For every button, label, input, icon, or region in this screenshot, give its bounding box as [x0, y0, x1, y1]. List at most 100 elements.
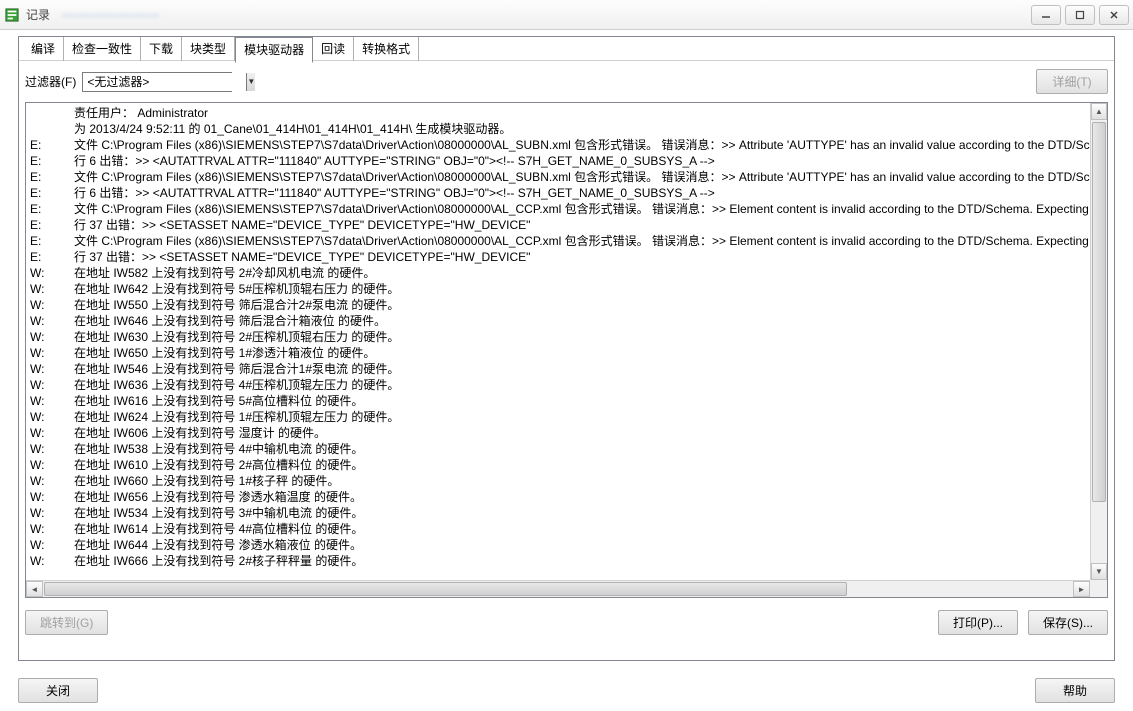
log-line[interactable]: W: 在地址 IW624 上没有找到符号 1#压榨机顶辊左压力 的硬件。 — [30, 409, 1086, 425]
log-prefix: W: — [30, 377, 74, 393]
log-line[interactable]: W: 在地址 IW550 上没有找到符号 筛后混合汁2#泵电流 的硬件。 — [30, 297, 1086, 313]
tab-5[interactable]: 回读 — [313, 37, 354, 61]
log-line[interactable]: 责任用户： Administrator — [30, 105, 1086, 121]
log-body[interactable]: 责任用户： Administrator为 2013/4/24 9:52:11 的… — [26, 103, 1090, 580]
log-line[interactable]: W: 在地址 IW616 上没有找到符号 5#高位槽料位 的硬件。 — [30, 393, 1086, 409]
vscroll-thumb[interactable] — [1092, 122, 1106, 502]
log-text: 在地址 IW644 上没有找到符号 渗透水箱液位 的硬件。 — [74, 537, 1086, 553]
log-line[interactable]: W: 在地址 IW660 上没有找到符号 1#核子秤 的硬件。 — [30, 473, 1086, 489]
filter-label: 过滤器(F) — [25, 73, 76, 90]
log-line[interactable]: W: 在地址 IW650 上没有找到符号 1#渗透汁箱液位 的硬件。 — [30, 345, 1086, 361]
log-line[interactable]: 为 2013/4/24 9:52:11 的 01_Cane\01_414H\01… — [30, 121, 1086, 137]
log-prefix: W: — [30, 505, 74, 521]
action-row: 跳转到(G) 打印(P)... 保存(S)... — [19, 604, 1114, 641]
log-prefix: W: — [30, 393, 74, 409]
log-prefix: W: — [30, 553, 74, 569]
title-blur: ——————— — [62, 7, 160, 22]
log-text: 文件 C:\Program Files (x86)\SIEMENS\STEP7\… — [74, 233, 1090, 249]
hscroll-track[interactable] — [43, 581, 1073, 597]
log-line[interactable]: E: 行 37 出错：>> <SETASSET NAME="DEVICE_TYP… — [30, 217, 1086, 233]
log-text: 行 6 出错：>> <AUTATTRVAL ATTR="111840" AUTT… — [74, 153, 1086, 169]
log-line[interactable]: W: 在地址 IW656 上没有找到符号 渗透水箱温度 的硬件。 — [30, 489, 1086, 505]
log-text: 文件 C:\Program Files (x86)\SIEMENS\STEP7\… — [74, 137, 1090, 153]
maximize-button[interactable] — [1065, 5, 1095, 25]
log-line[interactable]: W: 在地址 IW610 上没有找到符号 2#高位槽料位 的硬件。 — [30, 457, 1086, 473]
tab-6[interactable]: 转换格式 — [354, 37, 419, 61]
log-prefix: E: — [30, 185, 74, 201]
log-text: 行 6 出错：>> <AUTATTRVAL ATTR="111840" AUTT… — [74, 185, 1086, 201]
help-button[interactable]: 帮助 — [1035, 678, 1115, 703]
print-button[interactable]: 打印(P)... — [938, 610, 1018, 635]
log-line[interactable]: W: 在地址 IW646 上没有找到符号 筛后混合汁箱液位 的硬件。 — [30, 313, 1086, 329]
log-prefix: W: — [30, 537, 74, 553]
filter-input[interactable] — [83, 73, 246, 91]
log-prefix — [30, 105, 74, 121]
window-controls — [1027, 5, 1129, 25]
log-text: 在地址 IW642 上没有找到符号 5#压榨机顶辊右压力 的硬件。 — [74, 281, 1086, 297]
close-window-button[interactable]: 关闭 — [18, 678, 98, 703]
log-text: 在地址 IW660 上没有找到符号 1#核子秤 的硬件。 — [74, 473, 1086, 489]
log-line[interactable]: W: 在地址 IW642 上没有找到符号 5#压榨机顶辊右压力 的硬件。 — [30, 281, 1086, 297]
log-line[interactable]: E: 文件 C:\Program Files (x86)\SIEMENS\STE… — [30, 201, 1086, 217]
filter-combo[interactable]: ▼ — [82, 72, 232, 92]
details-button[interactable]: 详细(T) — [1036, 69, 1108, 94]
log-text: 在地址 IW666 上没有找到符号 2#核子秤秤量 的硬件。 — [74, 553, 1086, 569]
log-line[interactable]: E: 文件 C:\Program Files (x86)\SIEMENS\STE… — [30, 137, 1086, 153]
log-text: 在地址 IW656 上没有找到符号 渗透水箱温度 的硬件。 — [74, 489, 1086, 505]
log-text: 文件 C:\Program Files (x86)\SIEMENS\STEP7\… — [74, 201, 1090, 217]
log-text: 在地址 IW650 上没有找到符号 1#渗透汁箱液位 的硬件。 — [74, 345, 1086, 361]
log-text: 在地址 IW624 上没有找到符号 1#压榨机顶辊左压力 的硬件。 — [74, 409, 1086, 425]
log-line[interactable]: E: 行 6 出错：>> <AUTATTRVAL ATTR="111840" A… — [30, 185, 1086, 201]
horizontal-scrollbar[interactable]: ◄ ► — [26, 580, 1090, 597]
log-line[interactable]: W: 在地址 IW630 上没有找到符号 2#压榨机顶辊右压力 的硬件。 — [30, 329, 1086, 345]
log-text: 行 37 出错：>> <SETASSET NAME="DEVICE_TYPE" … — [74, 249, 1086, 265]
log-line[interactable]: E: 行 6 出错：>> <AUTATTRVAL ATTR="111840" A… — [30, 153, 1086, 169]
log-prefix: W: — [30, 409, 74, 425]
close-button[interactable] — [1099, 5, 1129, 25]
log-prefix: E: — [30, 249, 74, 265]
log-line[interactable]: W: 在地址 IW582 上没有找到符号 2#冷却风机电流 的硬件。 — [30, 265, 1086, 281]
log-prefix: W: — [30, 265, 74, 281]
hscroll-thumb[interactable] — [44, 582, 847, 596]
log-line[interactable]: W: 在地址 IW644 上没有找到符号 渗透水箱液位 的硬件。 — [30, 537, 1086, 553]
log-text: 在地址 IW538 上没有找到符号 4#中输机电流 的硬件。 — [74, 441, 1086, 457]
log-line[interactable]: E: 文件 C:\Program Files (x86)\SIEMENS\STE… — [30, 169, 1086, 185]
log-prefix: W: — [30, 457, 74, 473]
tab-2[interactable]: 下载 — [141, 37, 182, 61]
log-text: 在地址 IW636 上没有找到符号 4#压榨机顶辊左压力 的硬件。 — [74, 377, 1086, 393]
scroll-right-arrow[interactable]: ► — [1073, 581, 1090, 597]
vertical-scrollbar[interactable]: ▲ ▼ — [1090, 103, 1107, 580]
log-prefix: E: — [30, 233, 74, 249]
tab-0[interactable]: 编译 — [23, 37, 64, 61]
log-text: 文件 C:\Program Files (x86)\SIEMENS\STEP7\… — [74, 169, 1090, 185]
tab-4[interactable]: 模块驱动器 — [235, 37, 313, 63]
log-prefix: E: — [30, 201, 74, 217]
log-line[interactable]: W: 在地址 IW606 上没有找到符号 湿度计 的硬件。 — [30, 425, 1086, 441]
log-text: 在地址 IW616 上没有找到符号 5#高位槽料位 的硬件。 — [74, 393, 1086, 409]
filter-dropdown-button[interactable]: ▼ — [246, 73, 255, 91]
log-prefix: W: — [30, 521, 74, 537]
log-line[interactable]: W: 在地址 IW666 上没有找到符号 2#核子秤秤量 的硬件。 — [30, 553, 1086, 569]
save-button[interactable]: 保存(S)... — [1028, 610, 1108, 635]
filter-row: 过滤器(F) ▼ 详细(T) — [19, 61, 1114, 102]
jump-button[interactable]: 跳转到(G) — [25, 610, 108, 635]
log-line[interactable]: E: 文件 C:\Program Files (x86)\SIEMENS\STE… — [30, 233, 1086, 249]
log-prefix: W: — [30, 489, 74, 505]
log-line[interactable]: E: 行 37 出错：>> <SETASSET NAME="DEVICE_TYP… — [30, 249, 1086, 265]
log-prefix: W: — [30, 441, 74, 457]
log-prefix: W: — [30, 281, 74, 297]
log-line[interactable]: W: 在地址 IW636 上没有找到符号 4#压榨机顶辊左压力 的硬件。 — [30, 377, 1086, 393]
scroll-down-arrow[interactable]: ▼ — [1091, 563, 1107, 580]
tab-3[interactable]: 块类型 — [182, 37, 235, 61]
log-line[interactable]: W: 在地址 IW546 上没有找到符号 筛后混合汁1#泵电流 的硬件。 — [30, 361, 1086, 377]
log-line[interactable]: W: 在地址 IW614 上没有找到符号 4#高位槽料位 的硬件。 — [30, 521, 1086, 537]
scroll-up-arrow[interactable]: ▲ — [1091, 103, 1107, 120]
log-text: 在地址 IW646 上没有找到符号 筛后混合汁箱液位 的硬件。 — [74, 313, 1086, 329]
log-prefix: W: — [30, 425, 74, 441]
log-line[interactable]: W: 在地址 IW534 上没有找到符号 3#中输机电流 的硬件。 — [30, 505, 1086, 521]
log-area: 责任用户： Administrator为 2013/4/24 9:52:11 的… — [25, 102, 1108, 598]
log-line[interactable]: W: 在地址 IW538 上没有找到符号 4#中输机电流 的硬件。 — [30, 441, 1086, 457]
tab-1[interactable]: 检查一致性 — [64, 37, 141, 61]
minimize-button[interactable] — [1031, 5, 1061, 25]
scroll-left-arrow[interactable]: ◄ — [26, 581, 43, 597]
